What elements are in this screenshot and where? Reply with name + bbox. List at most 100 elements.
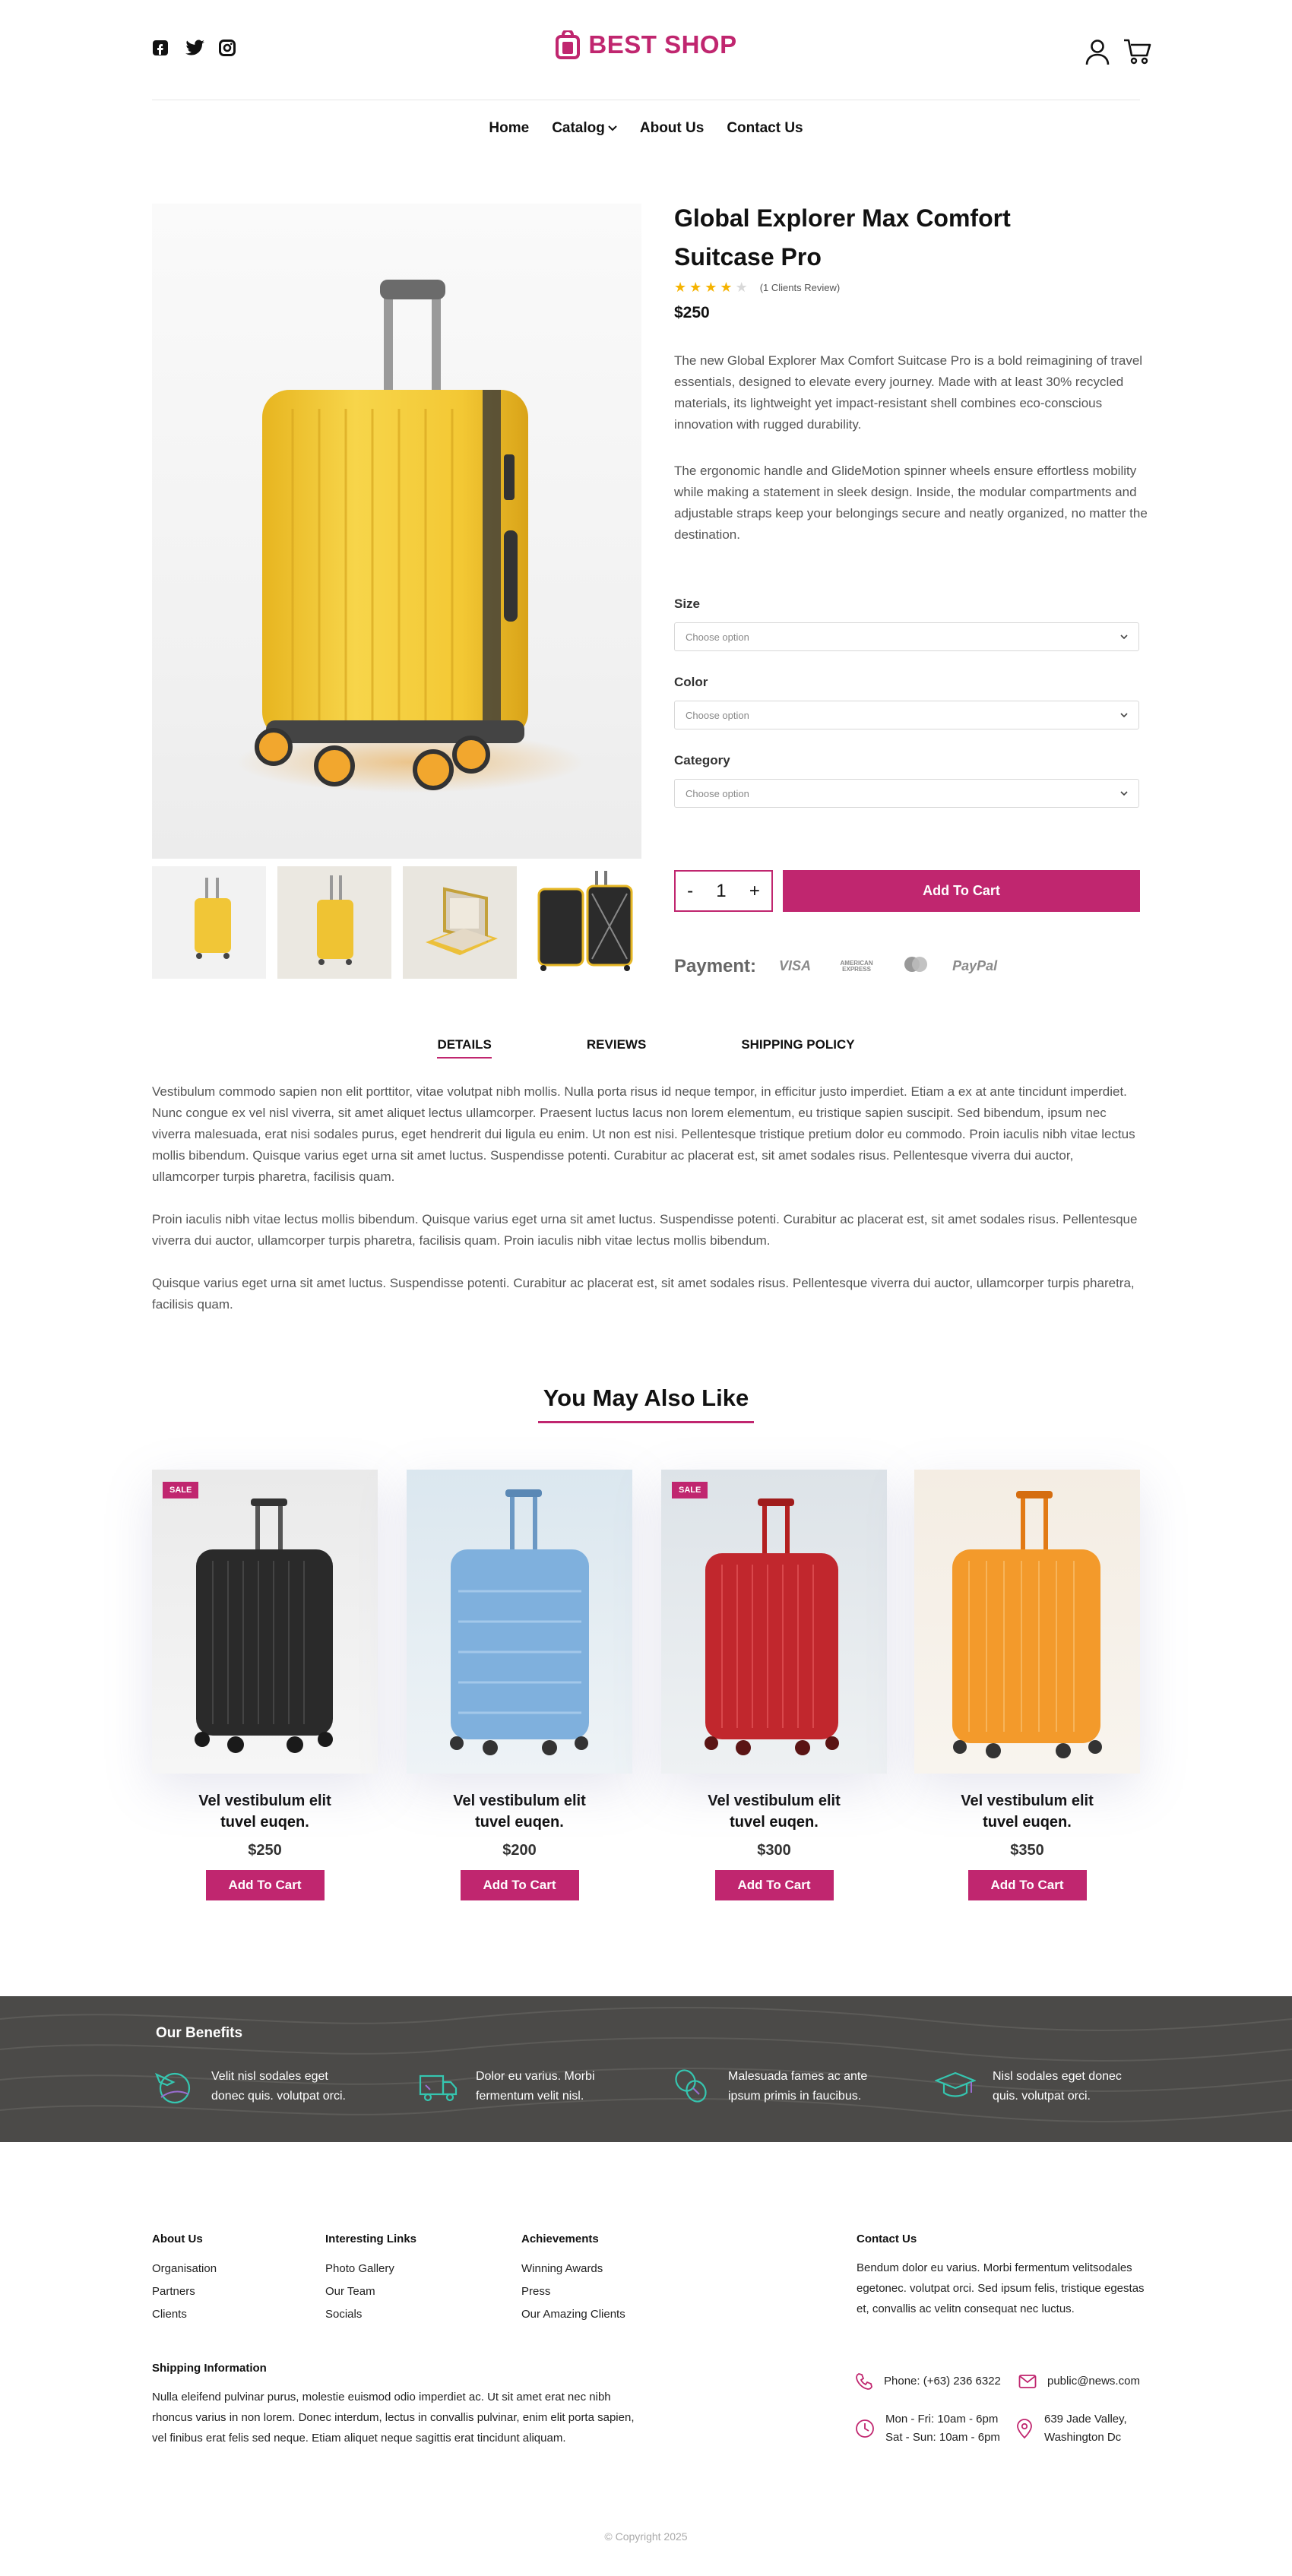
product-card: Vel vestibulum elit tuvel euqen. $200 Ad… (407, 1470, 632, 1900)
mastercard-logo (902, 955, 929, 977)
product-card-price: $350 (1010, 1842, 1044, 1859)
sale-badge: SALE (672, 1482, 708, 1498)
footer-link[interactable]: Winning Awards (521, 2258, 625, 2280)
hours-weekday: Mon - Fri: 10am - 6pm (885, 2413, 999, 2426)
tab-details[interactable]: DETAILS (437, 1037, 492, 1059)
contact-address[interactable]: 639 Jade Valley, Washington Dc (1015, 2410, 1127, 2447)
benefit-text: Velit nisl sodales eget donec quis. volu… (211, 2070, 346, 2103)
size-select[interactable]: Choose option (674, 622, 1139, 651)
delivery-truck-icon (419, 2074, 458, 2102)
nav-about[interactable]: About Us (640, 120, 704, 137)
product-main-image[interactable] (152, 204, 641, 859)
footer-link[interactable]: Clients (152, 2303, 217, 2326)
footer-link[interactable]: Photo Gallery (325, 2258, 416, 2280)
benefit-text: Dolor eu varius. Morbi fermentum velit n… (476, 2070, 595, 2103)
product-rating: ★ ★ ★ ★ ★ (1 Clients Review) (674, 280, 840, 296)
footer-heading: About Us (152, 2233, 203, 2245)
benefit-text: Malesuada fames ac ante ipsum primis in … (728, 2070, 868, 2103)
star-icon: ★ (689, 280, 702, 295)
nav-contact[interactable]: Contact Us (727, 120, 803, 137)
footer-link[interactable]: Partners (152, 2280, 217, 2303)
footer-heading: Interesting Links (325, 2233, 417, 2245)
quantity-decrease-button[interactable]: - (687, 881, 693, 902)
add-to-cart-button[interactable]: Add To Cart (783, 870, 1140, 912)
chevron-down-icon (1120, 634, 1128, 639)
product-card-price: $250 (248, 1842, 282, 1859)
benefits-title: Our Benefits (156, 2025, 243, 2041)
add-to-cart-button[interactable]: Add To Cart (967, 1870, 1087, 1900)
footer-shipping: Shipping Information Nulla eleifend pulv… (152, 2362, 646, 2448)
nav-catalog[interactable]: Catalog (552, 120, 617, 137)
footer-link[interactable]: Our Team (325, 2280, 416, 2303)
payment-label: Payment: (674, 955, 757, 976)
product-card-image[interactable] (407, 1470, 632, 1774)
product-price: $250 (674, 304, 710, 321)
thumbnail-1[interactable] (152, 866, 266, 979)
quantity-value[interactable]: 1 (716, 881, 726, 902)
footer-link[interactable]: Press (521, 2280, 625, 2303)
contact-email-text: public@news.com (1047, 2375, 1140, 2388)
location-pin-icon (1017, 2419, 1032, 2439)
product-card-title[interactable]: Vel vestibulum elit tuvel euqen. (152, 1790, 378, 1833)
footer-link[interactable]: Organisation (152, 2258, 217, 2280)
product-card-title[interactable]: Vel vestibulum elit tuvel euqen. (407, 1790, 632, 1833)
product-card-image[interactable]: SALE (152, 1470, 378, 1774)
shipping-text: Nulla eleifend pulvinar purus, molestie … (152, 2391, 635, 2445)
product-card-title[interactable]: Vel vestibulum elit tuvel euqen. (914, 1790, 1140, 1833)
contact-hours: Mon - Fri: 10am - 6pm Sat - Sun: 10am - … (855, 2410, 1000, 2447)
quantity-increase-button[interactable]: + (749, 881, 760, 902)
clock-icon (856, 2419, 874, 2438)
footer-achievements: Achievements Winning Awards Press Our Am… (521, 2233, 625, 2326)
add-to-cart-button[interactable]: Add To Cart (714, 1870, 834, 1900)
product-card-price: $200 (502, 1842, 537, 1859)
category-select[interactable]: Choose option (674, 779, 1139, 808)
nav-home[interactable]: Home (489, 120, 529, 137)
review-count[interactable]: (1 Clients Review) (760, 282, 840, 293)
color-label: Color (674, 675, 708, 689)
tab-shipping-policy[interactable]: SHIPPING POLICY (741, 1037, 854, 1059)
graduation-cap-icon (935, 2071, 976, 2097)
color-select[interactable]: Choose option (674, 701, 1139, 729)
add-to-cart-button[interactable]: Add To Cart (205, 1870, 325, 1900)
contact-email[interactable]: public@news.com (1018, 2372, 1140, 2391)
color-select-value: Choose option (686, 709, 749, 721)
coins-icon (675, 2069, 707, 2103)
size-select-value: Choose option (686, 631, 749, 643)
product-card-price: $300 (757, 1842, 791, 1859)
add-to-cart-button[interactable]: Add To Cart (460, 1870, 579, 1900)
thumbnail-2[interactable] (277, 866, 391, 979)
related-title-underline (538, 1421, 754, 1423)
product-card-image[interactable] (914, 1470, 1140, 1774)
footer-about: About Us Organisation Partners Clients (152, 2233, 217, 2326)
category-select-value: Choose option (686, 787, 749, 799)
tab-reviews[interactable]: REVIEWS (587, 1037, 646, 1059)
footer-heading: Shipping Information (152, 2362, 267, 2375)
thumbnail-3[interactable] (403, 866, 517, 979)
product-card: Vel vestibulum elit tuvel euqen. $350 Ad… (914, 1470, 1140, 1900)
footer-contact: Contact Us Bendum dolor eu varius. Morbi… (857, 2233, 1153, 2319)
footer-heading: Achievements (521, 2233, 599, 2245)
copyright: © Copyright 2025 (604, 2530, 688, 2543)
phone-icon (856, 2373, 872, 2390)
logo-text: BEST SHOP (588, 30, 737, 59)
quantity-stepper: - 1 + (674, 870, 773, 912)
benefit-item: Nisl sodales eget donec quis. volutpat o… (935, 2067, 1137, 2106)
thumbnail-4[interactable] (528, 866, 642, 979)
footer-heading: Contact Us (857, 2233, 917, 2245)
product-title: Global Explorer Max Comfort Suitcase Pro (674, 204, 1011, 271)
shopping-cart-icon[interactable] (1123, 38, 1152, 69)
contact-phone[interactable]: Phone: (+63) 236 6322 (855, 2372, 1001, 2391)
footer-link[interactable]: Our Amazing Clients (521, 2303, 625, 2326)
footer-link[interactable]: Socials (325, 2303, 416, 2326)
user-account-icon[interactable] (1085, 38, 1110, 69)
airplane-globe-icon (154, 2072, 191, 2104)
product-card: SALE Vel vestibulum elit tuvel euqen. $3… (661, 1470, 887, 1900)
contact-phone-text: Phone: (+63) 236 6322 (884, 2375, 1001, 2388)
benefit-item: Malesuada fames ac ante ipsum primis in … (670, 2067, 872, 2106)
chevron-down-icon (608, 125, 617, 131)
product-card-title[interactable]: Vel vestibulum elit tuvel euqen. (661, 1790, 887, 1833)
product-card-image[interactable]: SALE (661, 1470, 887, 1774)
shopping-bag-icon (556, 30, 581, 59)
mail-icon (1018, 2375, 1037, 2388)
related-products-title: You May Also Like (543, 1385, 749, 1411)
